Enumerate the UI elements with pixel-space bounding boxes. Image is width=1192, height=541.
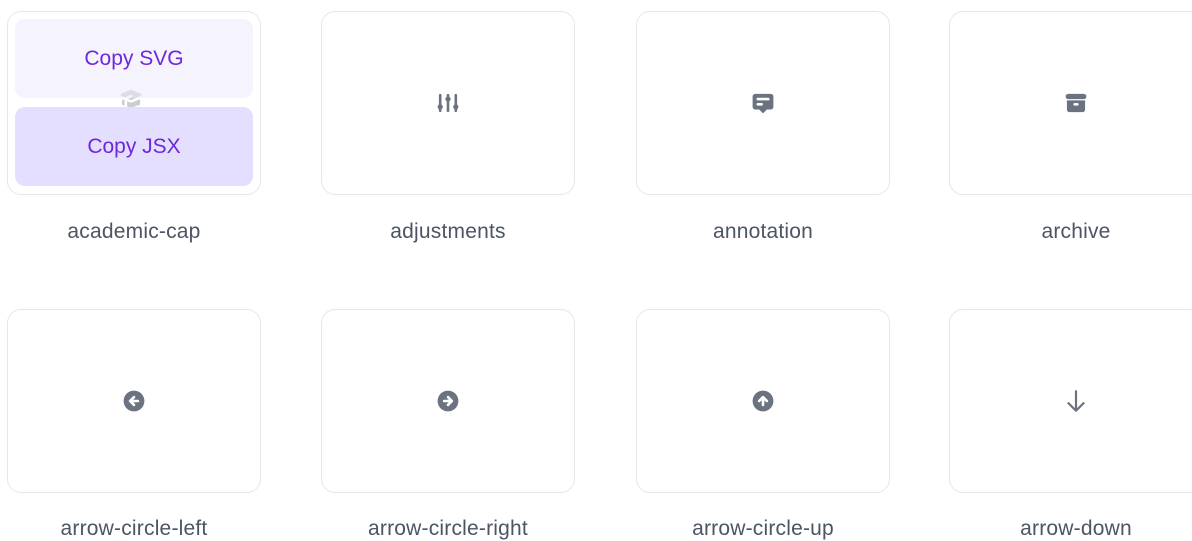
icon-caption-arrow-circle-right: arrow-circle-right xyxy=(368,517,528,540)
arrow-circle-right-icon xyxy=(437,390,459,412)
icon-caption-adjustments: adjustments xyxy=(390,220,506,243)
annotation-icon xyxy=(752,93,774,114)
icon-tile-arrow-circle-right[interactable] xyxy=(321,309,575,493)
icon-tile-arrow-circle-up[interactable] xyxy=(636,309,890,493)
icon-tile-adjustments[interactable] xyxy=(321,11,575,195)
icon-tile-academic-cap[interactable]: Copy SVG Copy JSX xyxy=(7,11,261,195)
arrow-down-icon xyxy=(1067,390,1085,412)
copy-svg-button[interactable]: Copy SVG xyxy=(15,19,253,98)
adjustments-icon xyxy=(437,93,459,113)
arrow-circle-up-icon xyxy=(752,390,774,412)
icon-tile-arrow-circle-left[interactable] xyxy=(7,309,261,493)
icon-caption-annotation: annotation xyxy=(712,220,814,243)
icon-caption-arrow-down: arrow-down xyxy=(1020,517,1132,540)
icon-tile-arrow-down[interactable] xyxy=(949,309,1192,493)
icon-caption-academic-cap: academic-cap xyxy=(67,220,201,243)
icon-tile-archive[interactable] xyxy=(949,11,1192,195)
icon-caption-arrow-circle-up: arrow-circle-up xyxy=(692,517,834,540)
archive-icon xyxy=(1065,93,1087,113)
icon-caption-arrow-circle-left: arrow-circle-left xyxy=(60,517,208,540)
arrow-circle-left-icon xyxy=(123,390,145,412)
copy-jsx-button[interactable]: Copy JSX xyxy=(15,107,253,186)
icon-caption-archive: archive xyxy=(1041,220,1111,243)
icon-tile-annotation[interactable] xyxy=(636,11,890,195)
